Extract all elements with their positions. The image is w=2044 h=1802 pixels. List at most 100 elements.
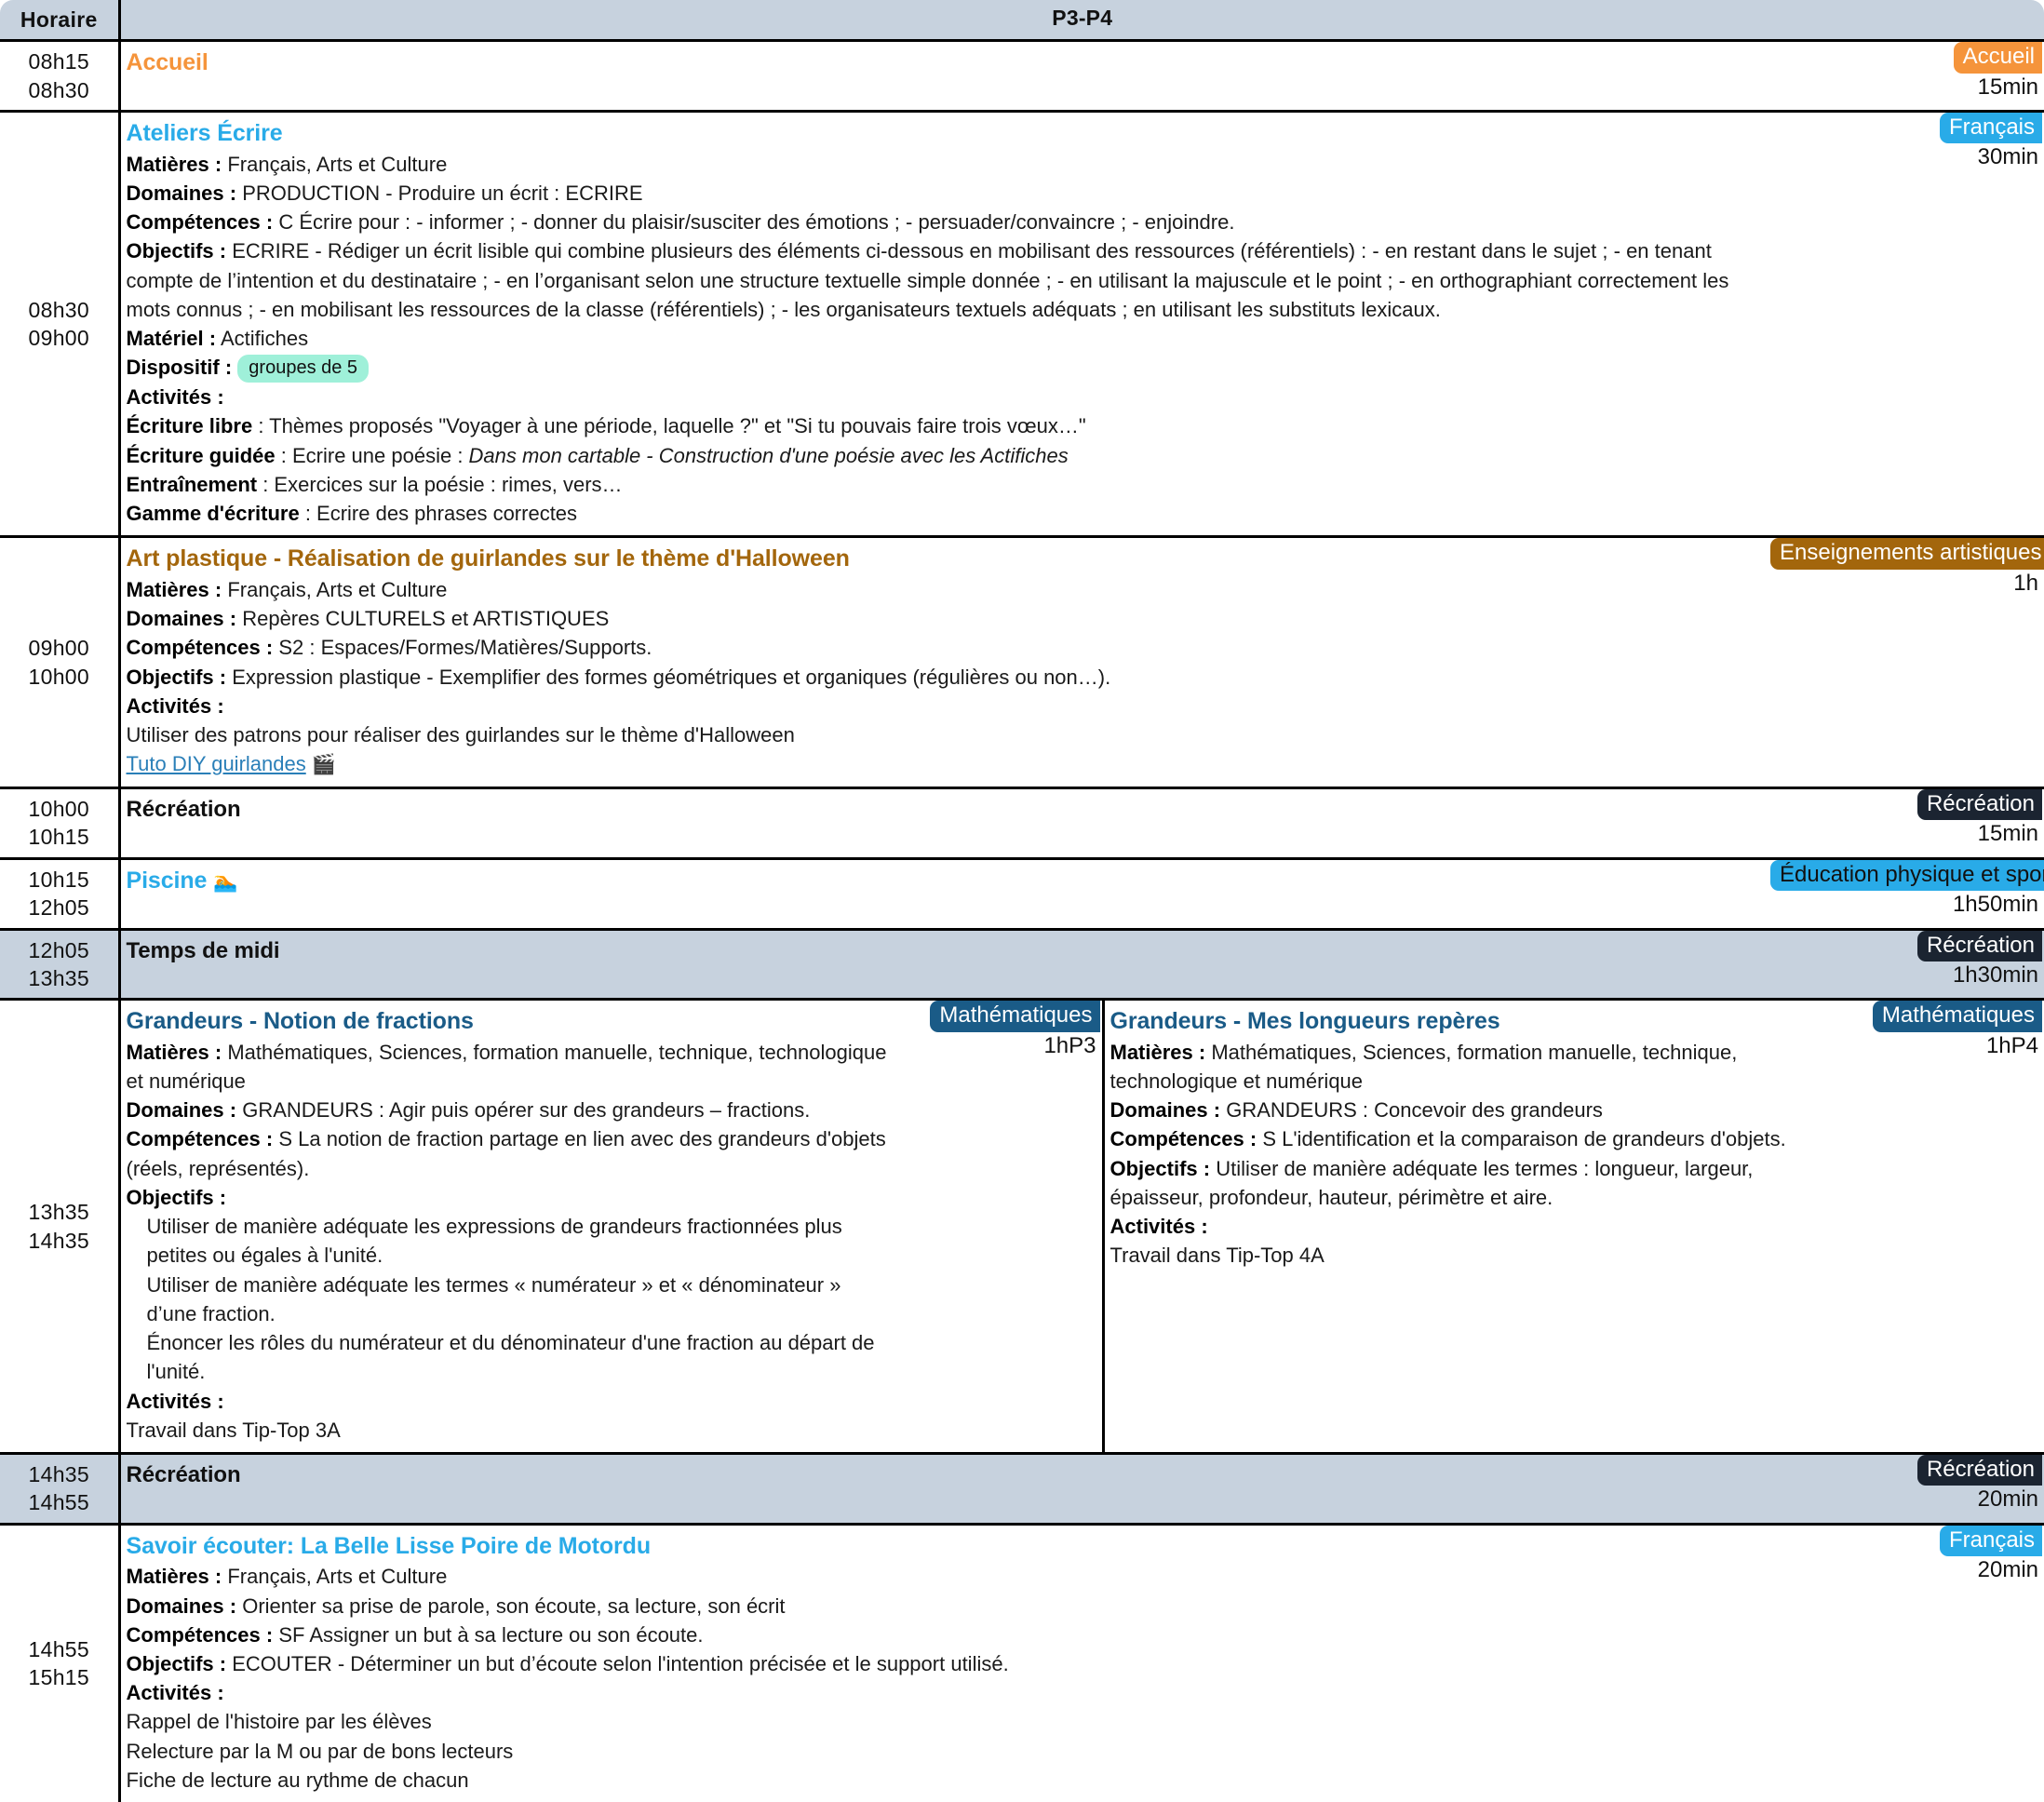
detail-label: Écriture guidée — [127, 444, 276, 467]
time-end: 13h35 — [2, 964, 116, 992]
detail-label: Compétences : — [1110, 1127, 1257, 1150]
time-start: 08h30 — [2, 296, 116, 324]
detail-line: Compétences : C Écrire pour : - informer… — [127, 208, 1755, 236]
detail-line: Objectifs : ECRIRE - Rédiger un écrit li… — [127, 236, 1755, 324]
detail-line: Matières : Français, Arts et Culture — [127, 1562, 1755, 1591]
duration-label: 15min — [1770, 820, 2042, 848]
time-start: 10h00 — [2, 795, 116, 823]
time-start: 10h15 — [2, 866, 116, 894]
activity-body: Art plastique - Réalisation de guirlande… — [121, 538, 1766, 787]
duration-label: 15min — [1770, 74, 2042, 101]
time-end: 15h15 — [2, 1663, 116, 1691]
schedule-row: 10h1512h05 Piscine 🏊 Éducation physique et… — [0, 858, 2044, 929]
activity-line: Tuto DIY guirlandes 🎬 — [127, 749, 1755, 779]
activity-wrap: AccueilAccueil15min — [121, 42, 2044, 101]
time-start: 12h05 — [2, 936, 116, 964]
detail-label: Domaines : — [127, 607, 237, 630]
activity-meta: Mathématiques1hP4 — [1847, 1001, 2044, 1452]
detail-text: Rappel de l'histoire par les élèves — [127, 1710, 432, 1733]
detail-label: Objectifs : — [127, 239, 227, 262]
time-range: 14h3514h55 — [0, 1454, 119, 1525]
detail-line: Activités : — [127, 1387, 895, 1416]
detail-line: Écriture libre : Thèmes proposés "Voyage… — [127, 411, 1755, 440]
schedule-row: 12h0513h35Temps de midiRécréation1h30min — [0, 929, 2044, 1000]
schedule-row: 14h3514h55RécréationRécréation20min — [0, 1454, 2044, 1525]
activity-body: Accueil — [121, 42, 1766, 101]
detail-line: Activités : — [127, 692, 1755, 720]
detail-line: Matériel : Actifiches — [127, 324, 1755, 353]
schedule-row: 14h5515h15Savoir écouter: La Belle Lisse… — [0, 1524, 2044, 1802]
dispositif-pill: groupes de 5 — [237, 355, 369, 383]
split-columns: Grandeurs - Notion de fractionsMatières … — [121, 1001, 2044, 1452]
duration-label: 1h — [1770, 570, 2042, 598]
time-end: 14h55 — [2, 1488, 116, 1516]
detail-line: Rappel de l'histoire par les élèves — [127, 1707, 1755, 1736]
activity-body: Récréation — [121, 1455, 1766, 1513]
detail-label: Domaines : — [127, 1098, 237, 1122]
subject-badge: Français — [1940, 1526, 2042, 1556]
schedule-table: Horaire P3-P4 08h1508h30AccueilAccueil15… — [0, 0, 2044, 1802]
detail-label: Matières : — [127, 1041, 222, 1064]
detail-label: Objectifs : — [127, 666, 227, 689]
activity-wrap: Temps de midiRécréation1h30min — [121, 931, 2044, 989]
detail-label: Matériel : — [127, 327, 217, 350]
tutorial-link[interactable]: Tuto DIY guirlandes — [127, 752, 306, 775]
swimmer-icon: 🏊 — [213, 871, 237, 893]
detail-label: Objectifs : — [127, 1186, 227, 1209]
detail-text: Utiliser de manière adéquate les express… — [147, 1215, 842, 1267]
detail-label: Compétences : — [127, 1127, 274, 1150]
detail-line: Gamme d'écriture : Ecrire des phrases co… — [127, 499, 1755, 528]
clapper-board-icon: 🎬 — [312, 754, 336, 775]
detail-line: Compétences : S La notion de fraction pa… — [127, 1124, 895, 1182]
detail-text: GRANDEURS : Agir puis opérer sur des gra… — [236, 1098, 810, 1122]
activity-title: Savoir écouter: La Belle Lisse Poire de … — [127, 1531, 1755, 1562]
activity-meta: Éducation physique et sportive1h50min — [1765, 860, 2044, 919]
time-end: 08h30 — [2, 76, 116, 104]
header-class-label: P3-P4 — [119, 0, 2044, 41]
detail-label: Compétences : — [127, 1623, 274, 1647]
schedule-row-split: 13h3514h35Grandeurs - Notion de fraction… — [0, 1000, 2044, 1454]
detail-line: Travail dans Tip-Top 3A — [127, 1416, 895, 1445]
detail-text: Utiliser de manière adéquate les termes … — [147, 1273, 841, 1325]
detail-label: Gamme d'écriture — [127, 502, 300, 525]
detail-text: ECRIRE - Rédiger un écrit lisible qui co… — [127, 239, 1729, 320]
detail-label: Activités : — [127, 1390, 224, 1413]
detail-label: Entraînement — [127, 473, 258, 496]
detail-label: Matières : — [127, 153, 222, 176]
time-end: 10h15 — [2, 823, 116, 851]
activity-body: Ateliers ÉcrireMatières : Français, Arts… — [121, 113, 1766, 535]
detail-text: Français, Arts et Culture — [222, 1565, 447, 1588]
time-range: 12h0513h35 — [0, 929, 119, 1000]
activity-meta: Récréation1h30min — [1765, 931, 2044, 989]
detail-line: Écriture guidée : Ecrire une poésie : Da… — [127, 441, 1755, 470]
detail-text: Repères CULTURELS et ARTISTIQUES — [236, 607, 609, 630]
activity-cell: AccueilAccueil15min — [119, 41, 2044, 112]
detail-line: Matières : Mathématiques, Sciences, form… — [1110, 1038, 1838, 1096]
activity-body: Grandeurs - Mes longueurs repèresMatière… — [1105, 1001, 1848, 1452]
detail-line: Objectifs : ECOUTER - Déterminer un but … — [127, 1649, 1755, 1678]
time-range: 10h1512h05 — [0, 858, 119, 929]
detail-line: Domaines : Orienter sa prise de parole, … — [127, 1592, 1755, 1620]
detail-line: Compétences : S L'identification et la c… — [1110, 1124, 1838, 1153]
activity-wrap: Savoir écouter: La Belle Lisse Poire de … — [121, 1526, 2044, 1802]
detail-line: Fiche de lecture au rythme de chacun — [127, 1766, 1755, 1795]
subject-badge: Mathématiques — [930, 1001, 1099, 1031]
time-start: 08h15 — [2, 47, 116, 75]
detail-line: Objectifs : — [127, 1183, 895, 1212]
time-range: 10h0010h15 — [0, 788, 119, 859]
detail-label: Dispositif : — [127, 356, 233, 379]
schedule-row: 10h0010h15RécréationRécréation15min — [0, 788, 2044, 859]
detail-line: Compétences : SF Assigner un but à sa le… — [127, 1620, 1755, 1649]
detail-label: Compétences : — [127, 636, 274, 659]
subject-badge: Récréation — [1917, 931, 2042, 962]
duration-label: 20min — [1770, 1486, 2042, 1513]
activity-p4: Grandeurs - Mes longueurs repèresMatière… — [1105, 1001, 2044, 1452]
detail-text: : Ecrire des phrases correctes — [300, 502, 577, 525]
activity-title: Piscine 🏊 — [127, 866, 1755, 896]
activity-meta: Récréation20min — [1765, 1455, 2044, 1513]
header-time-label: Horaire — [0, 0, 119, 41]
detail-line: Entraînement : Exercices sur la poésie :… — [127, 470, 1755, 499]
detail-label: Domaines : — [1110, 1098, 1221, 1122]
detail-line: Matières : Français, Arts et Culture — [127, 575, 1755, 604]
subject-badge: Récréation — [1917, 1455, 2042, 1486]
